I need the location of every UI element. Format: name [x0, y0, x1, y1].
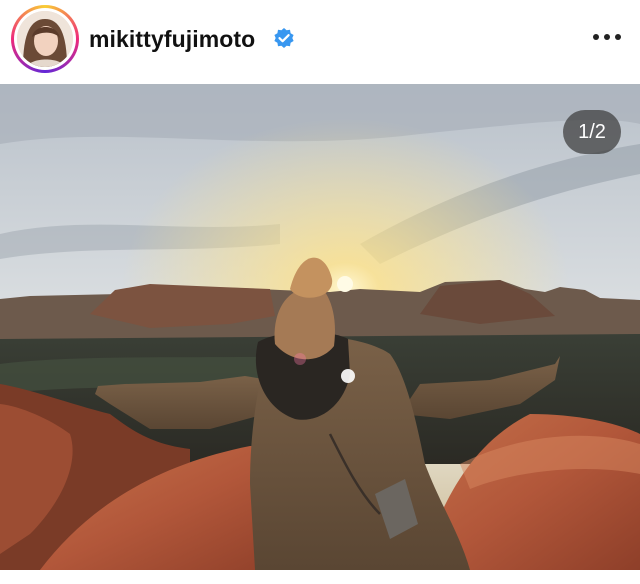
post-bottom-edge: [0, 570, 640, 584]
verified-badge-icon: [274, 28, 294, 48]
avatar-border: [14, 8, 76, 70]
avatar[interactable]: [17, 11, 73, 67]
avatar-image: [17, 11, 73, 67]
more-options-icon[interactable]: [590, 30, 624, 44]
post-image[interactable]: [0, 84, 640, 570]
landscape-photo: [0, 84, 640, 570]
story-ring[interactable]: [11, 5, 79, 73]
image-counter-badge: 1/2: [563, 110, 621, 154]
post-header: mikittyfujimoto: [0, 0, 640, 84]
username[interactable]: mikittyfujimoto: [89, 24, 255, 54]
